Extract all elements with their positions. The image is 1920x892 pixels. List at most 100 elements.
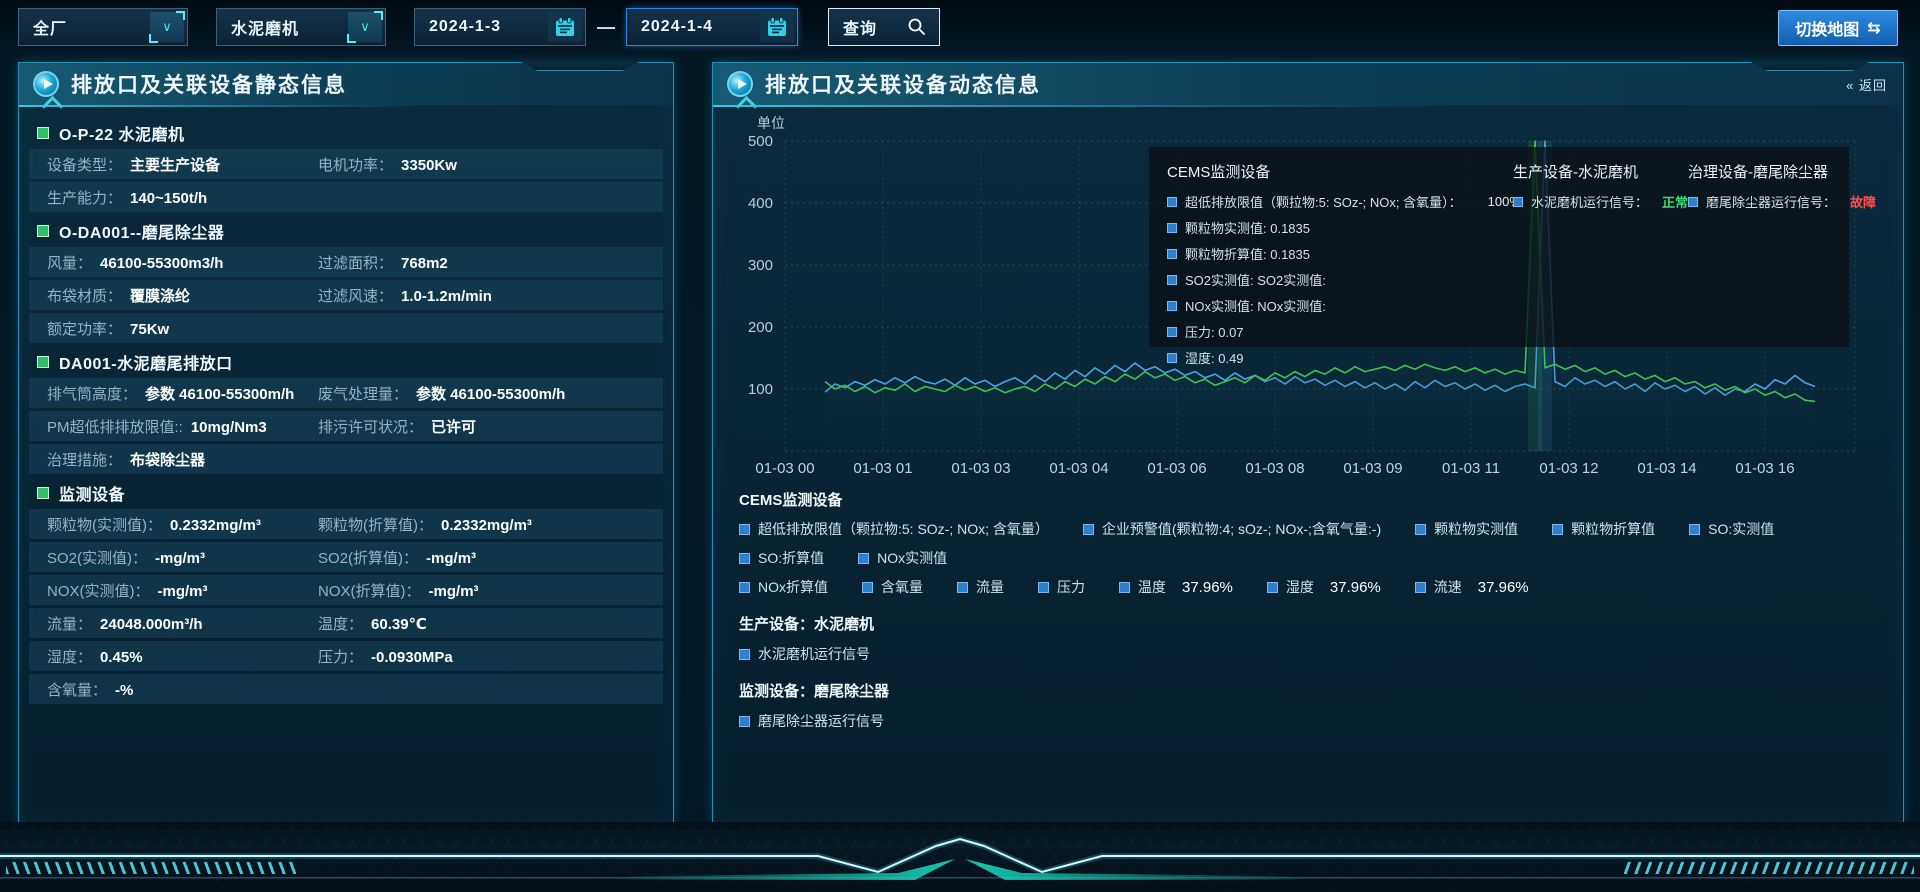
info-label: 流量：	[47, 613, 92, 634]
chevron-down-icon[interactable]: ∨	[348, 12, 382, 42]
info-label: 压力：	[318, 646, 363, 667]
tooltip-production-signal: 水泥磨机运行信号： 正常	[1513, 192, 1688, 211]
device-select-value: 水泥磨机	[217, 15, 348, 39]
x-axis-tick-label: 01-03 09	[1343, 460, 1402, 477]
legend-item[interactable]: 流量	[957, 577, 1004, 597]
legend-item[interactable]: 温度37.96%	[1119, 577, 1233, 597]
back-link[interactable]: « 返回	[1846, 75, 1887, 94]
info-cell: 废气处理量：参数 46100-55300m/h	[318, 383, 663, 404]
device-select[interactable]: 水泥磨机 ∨	[216, 8, 386, 46]
tooltip-treatment-signal-label: 磨尾除尘器运行信号：	[1706, 192, 1836, 211]
info-value: 768m2	[401, 255, 448, 272]
date-to-input[interactable]: 2024-1-4	[626, 8, 798, 46]
top-toolbar: 全厂 ∨ 水泥磨机 ∨ 2024-1-3 — 2024-1-4	[0, 0, 1920, 56]
back-label: 返回	[1859, 78, 1887, 93]
info-cell: 过滤面积： 768m2	[318, 252, 663, 273]
legend-item-label: NOx实测值	[877, 548, 947, 568]
x-axis-tick-label: 01-03 12	[1539, 460, 1598, 477]
calendar-icon[interactable]	[548, 12, 582, 42]
status-fault: 故障	[1850, 192, 1876, 211]
tooltip-cems-items: 超低排放限值（颗拉物:5: SOz-; NOx; 含氧量）：100%颗粒物实测值…	[1167, 192, 1497, 374]
info-cell: NOX(实测值)：-mg/m³	[47, 580, 318, 601]
legend-item-label: 压力	[1057, 577, 1085, 597]
x-axis-tick-label: 01-03 04	[1049, 460, 1108, 477]
info-label: 过滤面积：	[318, 252, 393, 273]
date-to-value: 2024-1-4	[627, 18, 760, 36]
date-from-input[interactable]: 2024-1-3	[414, 8, 586, 46]
info-cell: 电机功率：3350Kw	[318, 154, 663, 175]
panel-notch-decoration	[521, 62, 639, 71]
legend-item[interactable]: SO:折算值	[739, 548, 824, 568]
legend-item-label: NOx折算值	[758, 577, 828, 597]
legend-item-monitor-signal[interactable]: 磨尾除尘器运行信号	[739, 711, 1883, 731]
tooltip-cems-column: CEMS监测设备 超低排放限值（颗拉物:5: SOz-; NOx; 含氧量）：1…	[1167, 161, 1497, 333]
legend-square-icon	[1167, 223, 1177, 233]
legend-item[interactable]: 颗粒物实测值	[1415, 519, 1518, 539]
chevron-down-icon[interactable]: ∨	[150, 12, 184, 42]
legend-item[interactable]: 超低排放限值（颗拉物:5: SOz-; NOx; 含氧量）	[739, 519, 1049, 539]
info-row: 湿度：0.45%压力：-0.0930MPa	[29, 641, 663, 671]
switch-map-label: 切换地图	[1795, 16, 1859, 40]
legend-item[interactable]: 湿度37.96%	[1267, 577, 1381, 597]
legend-item[interactable]: 颗粒物折算值	[1552, 519, 1655, 539]
legend-item-label: 企业预警值(颗粒物:4; sOz-; NOx-;含氧气量:-)	[1102, 519, 1381, 539]
info-label: SO2(实测值)：	[47, 547, 147, 568]
legend-row-2: NOx折算值 含氧量 流量 压力 温度37.96% 湿度37.96% 流速 37.96%	[739, 577, 1883, 597]
info-cell: NOX(折算值)：-mg/m³	[318, 580, 663, 601]
info-row: 生产能力：140~150t/h	[29, 182, 663, 212]
query-button-label: 查询	[829, 15, 907, 39]
legend-item-value: 37.96%	[1478, 579, 1529, 596]
info-row: 含氧量：-%	[29, 674, 663, 704]
info-row: 设备类型：主要生产设备电机功率：3350Kw	[29, 149, 663, 179]
legend-item-production-signal[interactable]: 水泥磨机运行信号	[739, 644, 1883, 664]
legend-square-icon	[862, 582, 873, 593]
query-button[interactable]: 查询	[828, 8, 940, 46]
y-axis-tick-label: 100	[748, 381, 773, 398]
section-bullet-icon	[37, 225, 49, 237]
panel-notch-decoration	[1751, 62, 1869, 71]
info-cell: 排气筒高度：参数 46100-55300m/h	[47, 383, 318, 404]
legend-square-icon	[1267, 582, 1278, 593]
info-label: 颗粒物(实测值)：	[47, 514, 162, 535]
chart-legend-block: CEMS监测设备 超低排放限值（颗拉物:5: SOz-; NOx; 含氧量）企业…	[739, 489, 1883, 731]
legend-square-icon	[739, 524, 750, 535]
tooltip-item-label: NOx实测值: NOx实测值:	[1185, 296, 1326, 315]
legend-square-icon	[1083, 524, 1094, 535]
play-icon	[727, 71, 753, 97]
legend-monitor-heading: 监测设备：磨尾除尘器	[739, 680, 1883, 701]
info-value: 主要生产设备	[130, 154, 220, 175]
switch-map-button[interactable]: 切换地图 ⇆	[1778, 10, 1898, 46]
legend-item[interactable]: NOx折算值	[739, 577, 828, 597]
info-cell: 含氧量：-%	[47, 679, 318, 700]
legend-item[interactable]: 含氧量	[862, 577, 923, 597]
legend-item[interactable]: 压力	[1038, 577, 1085, 597]
info-label: 废气处理量：	[318, 383, 408, 404]
info-row: SO2(实测值)：-mg/m³SO2(折算值)：-mg/m³	[29, 542, 663, 572]
legend-square-icon	[1552, 524, 1563, 535]
calendar-icon[interactable]	[760, 12, 794, 42]
info-cell: 风量：46100-55300m3/h	[47, 252, 318, 273]
info-value: 10mg/Nm3	[191, 419, 267, 436]
info-row: 颗粒物(实测值)：0.2332mg/m³颗粒物(折算值)：0.2332mg/m³	[29, 509, 663, 539]
legend-item-label: 流速	[1434, 577, 1462, 597]
legend-square-icon	[957, 582, 968, 593]
legend-item[interactable]: SO:实测值	[1689, 519, 1774, 539]
plant-select-value: 全厂	[19, 15, 150, 39]
section-title: O-DA001--磨尾除尘器	[59, 219, 224, 243]
info-row: 风量：46100-55300m3/h过滤面积： 768m2	[29, 247, 663, 277]
tooltip-item-label: SO2实测值: SO2实测值:	[1185, 270, 1326, 289]
info-value: -mg/m³	[158, 583, 208, 600]
info-row: PM超低排排放限值::10mg/Nm3排污许可状况：已许可	[29, 411, 663, 441]
x-axis-tick-label: 01-03 00	[755, 460, 814, 477]
legend-item[interactable]: 流速 37.96%	[1415, 577, 1529, 597]
footer-decoration	[0, 822, 1920, 892]
info-value: 已许可	[431, 416, 476, 437]
plant-select[interactable]: 全厂 ∨	[18, 8, 188, 46]
legend-item[interactable]: NOx实测值	[858, 548, 947, 568]
info-cell: PM超低排排放限值::10mg/Nm3	[47, 416, 318, 437]
info-value: -mg/m³	[426, 550, 476, 567]
x-axis-tick-label: 01-03 08	[1245, 460, 1304, 477]
dynamic-info-title: 排放口及关联设备动态信息	[765, 69, 1041, 99]
info-label: 治理措施：	[47, 449, 122, 470]
legend-item[interactable]: 企业预警值(颗粒物:4; sOz-; NOx-;含氧气量:-)	[1083, 519, 1381, 539]
